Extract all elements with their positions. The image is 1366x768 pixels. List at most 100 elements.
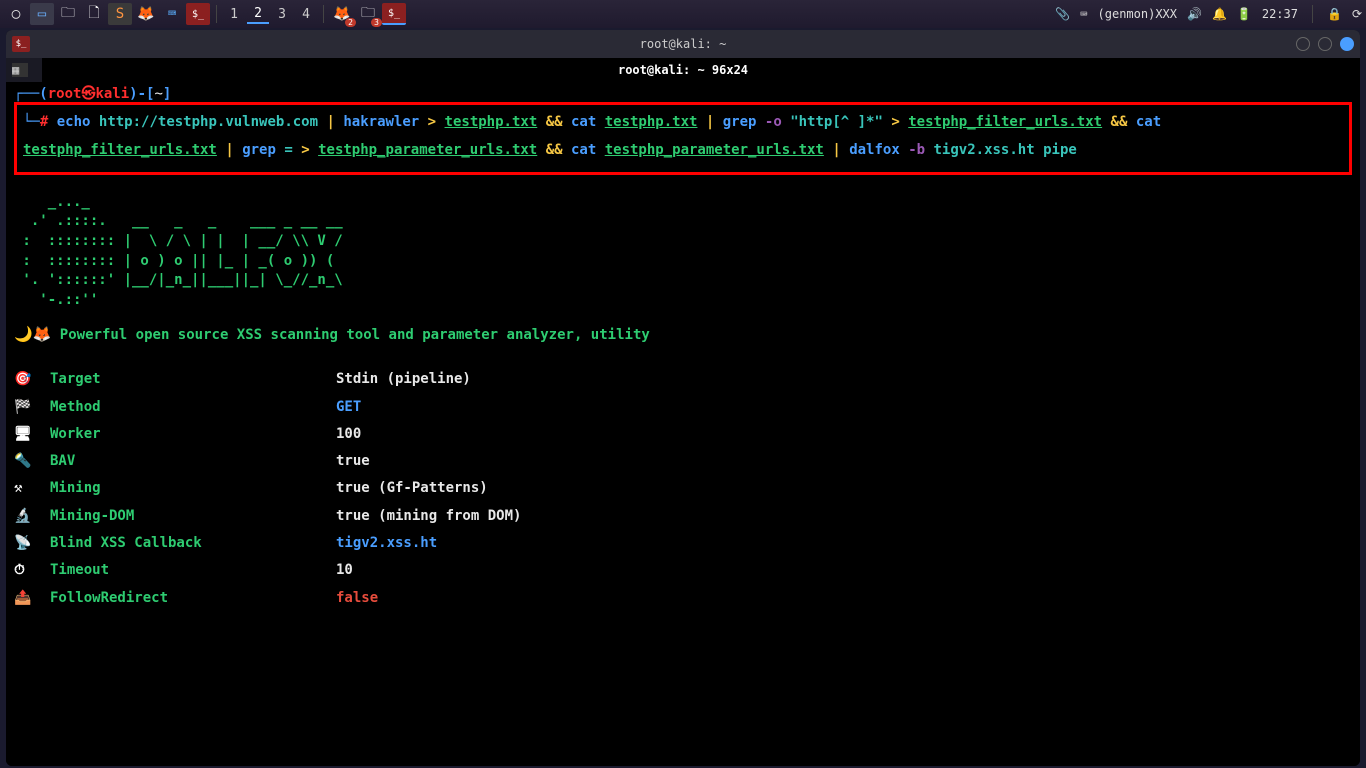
lock-icon[interactable]: 🔒: [1327, 7, 1342, 21]
row-key: BAV: [50, 448, 336, 475]
row-icon: ⏱: [14, 557, 50, 584]
genmon-label: (genmon)XXX: [1098, 7, 1177, 21]
tok-pipe: |: [706, 114, 714, 130]
tok-url: http://testphp.vulnweb.com: [99, 114, 318, 130]
tagline-text: Powerful open source XSS scanning tool a…: [60, 327, 650, 343]
terminal-body[interactable]: ┌──(root㉿kali)-[~] └─# echo http://testp…: [6, 82, 1360, 766]
separator: [323, 5, 324, 23]
row-key: Blind XSS Callback: [50, 530, 336, 557]
row-val: tigv2.xss.ht: [336, 530, 437, 557]
tok-file-1: testphp.txt: [445, 114, 538, 130]
row-val: Stdin (pipeline): [336, 366, 471, 393]
tok-and: &&: [546, 142, 563, 158]
tok-hakrawler: hakrawler: [343, 114, 419, 130]
row-key: Mining-DOM: [50, 503, 336, 530]
tok-file-1b: testphp.txt: [605, 114, 698, 130]
tok-eq: =: [284, 142, 292, 158]
tok-pipe-mode: pipe: [1043, 142, 1077, 158]
row-icon: ⚒: [14, 475, 50, 502]
close-button[interactable]: [1340, 37, 1354, 51]
tok-pipe: |: [832, 142, 840, 158]
info-row: 🏁MethodGET: [14, 394, 1352, 421]
prompt-hash: #: [40, 114, 48, 130]
row-val: true (Gf-Patterns): [336, 475, 488, 502]
sublime-icon[interactable]: S: [108, 3, 132, 25]
info-row: ⚒Miningtrue (Gf-Patterns): [14, 475, 1352, 502]
row-val: 10: [336, 557, 353, 584]
info-row: ⏱Timeout10: [14, 557, 1352, 584]
battery-icon[interactable]: 🔋: [1237, 7, 1252, 21]
workspace-3[interactable]: 3: [271, 4, 293, 24]
workspace-2[interactable]: 2: [247, 4, 269, 24]
tok-file-2: testphp_filter_urls.txt: [908, 114, 1102, 130]
row-icon: 🔬: [14, 503, 50, 530]
terminal-taskbar-icon[interactable]: $_: [186, 3, 210, 25]
dalfox-config-table: 🎯TargetStdin (pipeline) 🏁MethodGET 🖥Work…: [14, 366, 1352, 612]
power-icon[interactable]: ⟳: [1352, 7, 1362, 21]
tok-grep: grep: [242, 142, 276, 158]
row-key: Method: [50, 394, 336, 421]
separator: [216, 5, 217, 23]
workspace-4[interactable]: 4: [295, 4, 317, 24]
firefox-icon[interactable]: 🦊: [134, 3, 158, 25]
tok-redirect: >: [428, 114, 436, 130]
terminal-window: $_ root@kali: ~ ▦ root@kali: ~ 96x24 ┌──…: [6, 30, 1360, 766]
row-val: true (mining from DOM): [336, 503, 521, 530]
tok-cat: cat: [571, 142, 596, 158]
info-row: 🔬Mining-DOMtrue (mining from DOM): [14, 503, 1352, 530]
dalfox-tagline: 🌙🦊 Powerful open source XSS scanning too…: [14, 324, 1352, 346]
row-icon: 📤: [14, 585, 50, 612]
row-key: Worker: [50, 421, 336, 448]
vscode-icon[interactable]: ⌨: [160, 3, 184, 25]
kali-menu-icon[interactable]: ◯: [4, 3, 28, 25]
dalfox-ascii-logo: _..._ .' .::::. __ _ _ ___ _ __ __ : :::…: [14, 193, 1352, 311]
tok-blind-host: tigv2.xss.ht: [934, 142, 1035, 158]
volume-icon[interactable]: 🔊: [1187, 7, 1202, 21]
split-pane-icon[interactable]: ▦: [12, 63, 28, 77]
prompt-line-1: ┌──(root㉿kali)-[~]: [14, 84, 1352, 104]
files-icon[interactable]: ▭: [30, 3, 54, 25]
tok-grep: grep: [723, 114, 757, 130]
maximize-button[interactable]: [1318, 37, 1332, 51]
terminal-app-icon: $_: [12, 36, 30, 52]
row-key: Target: [50, 366, 336, 393]
row-key: Mining: [50, 475, 336, 502]
clock: 22:37: [1262, 7, 1298, 21]
row-icon: 🏁: [14, 394, 50, 421]
tok-file-3: testphp_parameter_urls.txt: [318, 142, 537, 158]
minimize-button[interactable]: [1296, 37, 1310, 51]
window-title: root@kali: ~: [640, 37, 727, 51]
tok-flag-b: -b: [908, 142, 925, 158]
workspace-1[interactable]: 1: [223, 4, 245, 24]
row-icon: 🖥: [14, 421, 50, 448]
row-icon: 📡: [14, 530, 50, 557]
tok-echo: echo: [57, 114, 91, 130]
info-row: 📤FollowRedirectfalse: [14, 585, 1352, 612]
row-key: Timeout: [50, 557, 336, 584]
app-badge-1[interactable]: 🦊2: [330, 3, 354, 25]
tok-pipe: |: [225, 142, 233, 158]
info-row: 🖥Worker100: [14, 421, 1352, 448]
notification-icon[interactable]: 🔔: [1212, 7, 1227, 21]
app-badge-2[interactable]: 🗀3: [356, 3, 380, 25]
attachment-icon[interactable]: 📎: [1055, 7, 1070, 21]
prompt-prefix: └─: [23, 114, 40, 130]
row-val: true: [336, 448, 370, 475]
folder-icon[interactable]: 🗀: [56, 3, 80, 25]
terminal-running-icon[interactable]: $_: [382, 3, 406, 25]
tok-redirect: >: [301, 142, 309, 158]
keyboard-icon[interactable]: ⌨: [1080, 7, 1087, 21]
row-icon: 🔦: [14, 448, 50, 475]
tok-and: &&: [1111, 114, 1128, 130]
info-row: 📡Blind XSS Callbacktigv2.xss.ht: [14, 530, 1352, 557]
tok-file-3b: testphp_parameter_urls.txt: [605, 142, 824, 158]
tok-pipe: |: [326, 114, 334, 130]
tok-cat: cat: [571, 114, 596, 130]
row-key: FollowRedirect: [50, 585, 336, 612]
document-icon[interactable]: 🗋: [82, 3, 106, 25]
window-titlebar[interactable]: $_ root@kali: ~: [6, 30, 1360, 58]
info-row: 🔦BAVtrue: [14, 448, 1352, 475]
tab-title: root@kali: ~ 96x24: [618, 63, 748, 77]
row-val: GET: [336, 394, 361, 421]
system-taskbar: ◯ ▭ 🗀 🗋 S 🦊 ⌨ $_ 1 2 3 4 🦊2 🗀3 $_ 📎 ⌨ (g…: [0, 0, 1366, 28]
